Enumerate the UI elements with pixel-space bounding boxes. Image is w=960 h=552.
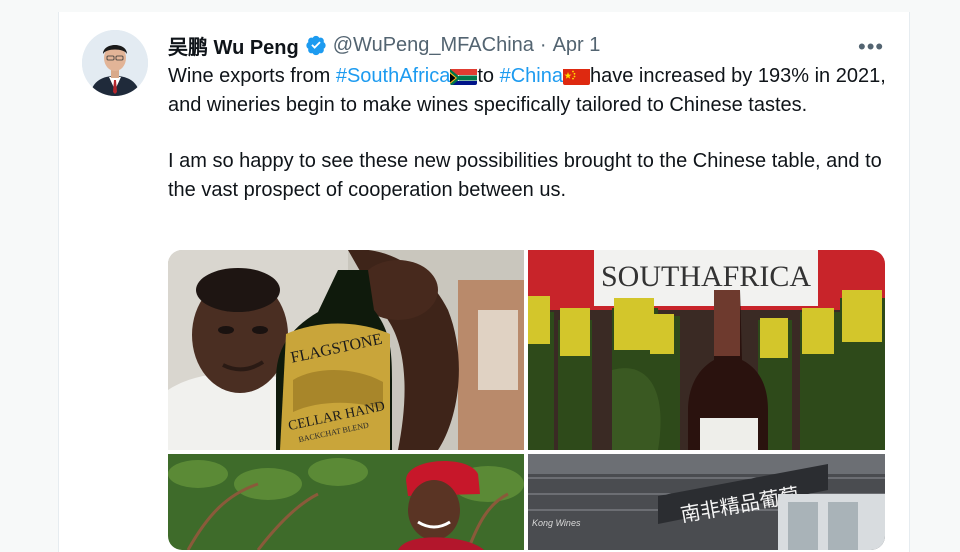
tweet-text: Wine exports from #SouthAfrica to #China…: [168, 62, 888, 204]
media-divider-vertical: [524, 250, 528, 550]
tweet-header: 吴鹏 Wu Peng @WuPeng_MFAChina · Apr 1: [168, 31, 601, 60]
south-africa-flag-icon: [450, 67, 478, 85]
photo-winemaker-with-bottle[interactable]: FLAGSTONE CELLAR HAND BACKCHAT BLEND: [168, 250, 524, 450]
tweet-paragraph-1: Wine exports from #SouthAfrica to #China…: [168, 65, 886, 116]
user-handle[interactable]: @WuPeng_MFAChina: [333, 34, 534, 57]
tweet-paragraph-2: I am so happy to see these new possibili…: [168, 150, 882, 201]
photo-south-africa-wine-shelf[interactable]: SOUTHAFRICA: [528, 250, 885, 450]
photo-watermark: Kong Wines: [532, 518, 581, 528]
photo-wine-shop-storefront[interactable]: 南非精品葡萄 Kong Wines: [528, 454, 885, 550]
media-divider-horizontal: [168, 450, 885, 454]
avatar[interactable]: [82, 30, 148, 96]
more-options-icon[interactable]: •••: [858, 34, 884, 60]
separator-dot: ·: [539, 33, 547, 56]
media-grid: FLAGSTONE CELLAR HAND BACKCHAT BLEND SOU…: [168, 250, 885, 550]
china-flag-icon: [562, 67, 590, 85]
hashtag-southafrica[interactable]: #SouthAfrica: [336, 65, 451, 87]
display-name[interactable]: 吴鹏 Wu Peng: [168, 31, 299, 60]
photo-vineyard-worker[interactable]: [168, 454, 524, 550]
tweet-date[interactable]: Apr 1: [553, 34, 601, 57]
sign-south-africa: SOUTHAFRICA: [601, 260, 811, 293]
hashtag-china[interactable]: #China: [500, 65, 563, 87]
verified-badge-icon: [306, 35, 326, 56]
